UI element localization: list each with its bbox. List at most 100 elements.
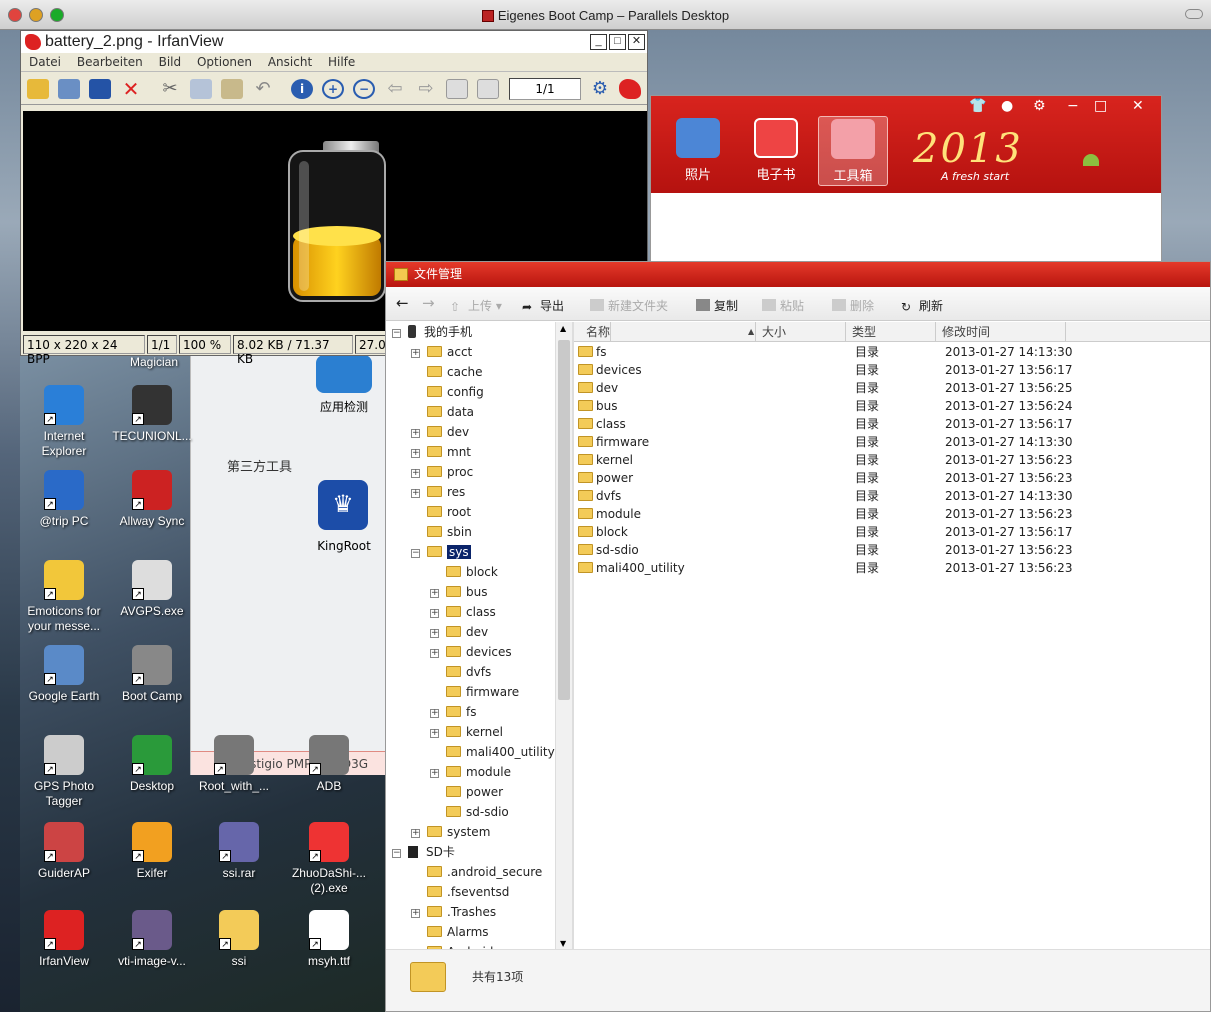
tree-node[interactable]: Alarms <box>411 922 489 942</box>
tree-node[interactable]: mali400_utility <box>430 742 555 762</box>
tree-node[interactable]: − 我的手机 <box>392 322 472 342</box>
col-type[interactable]: 类型 <box>846 322 936 342</box>
tree-node[interactable]: + class <box>430 602 496 622</box>
tree-scroll-thumb[interactable] <box>558 340 570 700</box>
menu-ansicht[interactable]: Ansicht <box>268 55 312 69</box>
menu-hilfe[interactable]: Hilfe <box>328 55 355 69</box>
desktop-icon[interactable]: ↗ AVGPS.exe <box>108 560 196 619</box>
file-row[interactable]: devices 目录 2013-01-27 13:56:17 <box>574 361 1210 379</box>
kingroot-label[interactable]: KingRoot <box>299 539 389 553</box>
tree-node[interactable]: + res <box>411 482 465 502</box>
desktop-icon[interactable]: ↗ IrfanView <box>20 910 108 969</box>
file-row[interactable]: mali400_utility 目录 2013-01-27 13:56:23 <box>574 559 1210 577</box>
col-name[interactable]: 名称 ▲ <box>574 322 756 342</box>
tree-node[interactable]: sbin <box>411 522 472 542</box>
expand-icon[interactable]: + <box>430 649 439 658</box>
expand-icon[interactable]: + <box>430 709 439 718</box>
undo-icon[interactable]: ↶ <box>252 79 274 99</box>
copy-icon[interactable] <box>190 79 212 99</box>
tree-node[interactable]: config <box>411 382 484 402</box>
tab-photos[interactable]: 照片 <box>663 116 733 186</box>
expand-icon[interactable]: + <box>430 769 439 778</box>
desktop-icon[interactable]: ↗ ssi <box>195 910 283 969</box>
tab-toolbox[interactable]: 工具箱 <box>818 116 888 186</box>
tree-node[interactable]: + system <box>411 822 490 842</box>
tree-node[interactable]: dvfs <box>430 662 491 682</box>
copy-button[interactable]: 复制 <box>696 297 738 314</box>
expand-icon[interactable]: + <box>411 349 420 358</box>
desktop-icon[interactable]: ↗ msyh.ttf <box>285 910 373 969</box>
desktop-icon[interactable]: ↗ TECUNIONL... <box>108 385 196 444</box>
desktop-icon[interactable]: ↗ Internet Explorer <box>20 385 108 459</box>
desktop-icon[interactable]: ↗Magician <box>110 355 198 370</box>
tree-node[interactable]: + module <box>430 762 511 782</box>
settings-gear-icon[interactable]: ⚙ <box>1033 98 1046 114</box>
tree-node[interactable]: .android_secure <box>411 862 542 882</box>
file-row[interactable]: bus 目录 2013-01-27 13:56:24 <box>574 397 1210 415</box>
menu-optionen[interactable]: Optionen <box>197 55 252 69</box>
menu-bild[interactable]: Bild <box>159 55 182 69</box>
tree-node[interactable]: + acct <box>411 342 472 362</box>
export-button[interactable]: ➦ 导出 <box>522 297 564 314</box>
expand-icon[interactable]: + <box>430 609 439 618</box>
file-row[interactable]: sd-sdio 目录 2013-01-27 13:56:23 <box>574 541 1210 559</box>
desktop-icon[interactable]: ↗ ZhuoDaShi-...(2).exe <box>285 822 373 896</box>
collapse-icon[interactable]: − <box>411 549 420 558</box>
tree-node[interactable]: + devices <box>430 642 512 662</box>
tree-node[interactable]: − SD卡 <box>392 842 455 862</box>
desktop-icon[interactable]: ↗ GPS Photo Tagger <box>20 735 108 809</box>
tree-node[interactable]: cache <box>411 362 483 382</box>
scroll-down-arrow[interactable]: ▼ <box>560 939 566 948</box>
tree-node[interactable]: + dev <box>430 622 488 642</box>
first-page-icon[interactable] <box>446 79 468 99</box>
tree-node[interactable]: − sys <box>411 542 471 562</box>
open-icon[interactable] <box>27 79 49 99</box>
expand-icon[interactable]: + <box>430 629 439 638</box>
desktop-icon[interactable]: ↗ Root_with_... <box>190 735 278 794</box>
expand-icon[interactable]: + <box>430 589 439 598</box>
forward-button[interactable]: → <box>422 294 435 312</box>
menu-datei[interactable]: Datei <box>29 55 61 69</box>
slideshow-icon[interactable] <box>58 79 80 99</box>
tree-node[interactable]: firmware <box>430 682 519 702</box>
minimize-icon[interactable]: − <box>1067 98 1079 114</box>
upload-button[interactable]: ⇧ 上传 ▾ <box>450 297 502 314</box>
expand-icon[interactable]: + <box>430 729 439 738</box>
desktop-icon[interactable]: ↗ GuiderAP <box>20 822 108 881</box>
app-detect-label[interactable]: 应用检测 <box>299 398 389 415</box>
tree-node[interactable]: + kernel <box>430 722 503 742</box>
irfan-logo-icon[interactable] <box>619 79 641 99</box>
save-icon[interactable] <box>89 79 111 99</box>
expand-icon[interactable]: + <box>411 909 420 918</box>
tree-node[interactable]: + fs <box>430 702 476 722</box>
desktop-icon[interactable]: ↗ Boot Camp <box>108 645 196 704</box>
next-icon[interactable]: ⇨ <box>415 79 437 99</box>
file-row[interactable]: dev 目录 2013-01-27 13:56:25 <box>574 379 1210 397</box>
desktop-icon[interactable]: ↗ Emoticons for your messe... <box>20 560 108 634</box>
minimize-button[interactable]: _ <box>590 34 607 50</box>
expand-icon[interactable]: + <box>411 469 420 478</box>
tree-node[interactable]: .fseventsd <box>411 882 509 902</box>
chat-icon[interactable]: ● <box>1001 98 1013 114</box>
close-button[interactable]: ✕ <box>628 34 645 50</box>
zoom-out-icon[interactable]: − <box>353 79 375 99</box>
close-icon[interactable]: ✕ <box>1132 98 1144 114</box>
collapse-icon[interactable]: − <box>392 329 401 338</box>
kingroot-icon[interactable]: ♛ <box>318 480 368 530</box>
file-row[interactable]: kernel 目录 2013-01-27 13:56:23 <box>574 451 1210 469</box>
tree-node[interactable]: block <box>430 562 498 582</box>
file-row[interactable]: fs 目录 2013-01-27 14:13:30 <box>574 343 1210 361</box>
zoom-in-icon[interactable]: + <box>322 79 344 99</box>
tree-node[interactable]: data <box>411 402 474 422</box>
desktop-icon[interactable]: ↗ Google Earth <box>20 645 108 704</box>
file-row[interactable]: module 目录 2013-01-27 13:56:23 <box>574 505 1210 523</box>
desktop-icon[interactable]: ↗ vti-image-v... <box>108 910 196 969</box>
tree-node[interactable]: root <box>411 502 471 522</box>
tree-node[interactable]: + proc <box>411 462 473 482</box>
desktop-icon[interactable]: ↗ Allway Sync <box>108 470 196 529</box>
tree-node[interactable]: + .Trashes <box>411 902 496 922</box>
paste-button[interactable]: 粘贴 <box>762 297 804 314</box>
settings-icon[interactable]: ⚙ <box>589 79 611 99</box>
paste-icon[interactable] <box>221 79 243 99</box>
file-row[interactable]: firmware 目录 2013-01-27 14:13:30 <box>574 433 1210 451</box>
